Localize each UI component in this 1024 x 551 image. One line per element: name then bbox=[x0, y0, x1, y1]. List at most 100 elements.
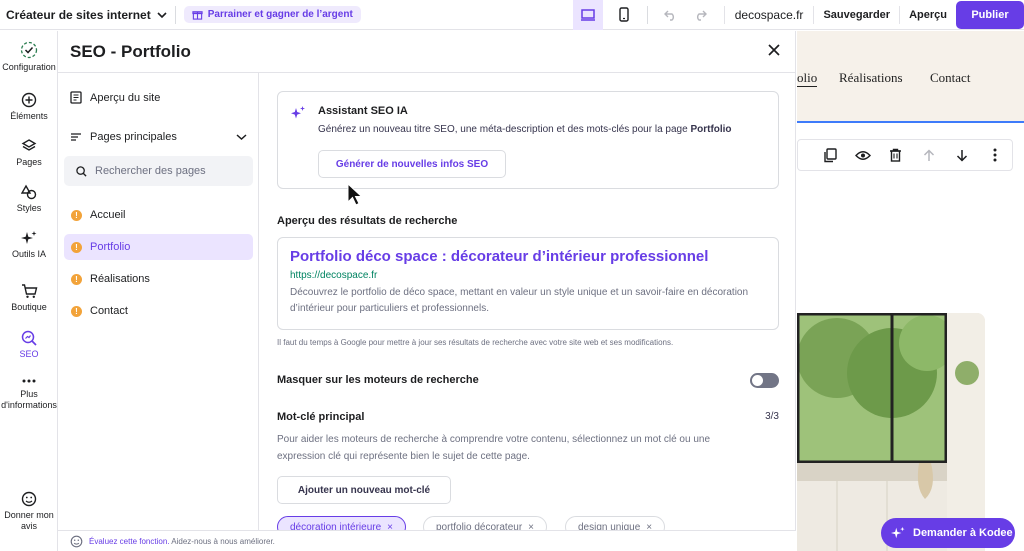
close-icon[interactable] bbox=[767, 43, 781, 57]
rail-styles[interactable]: Styles bbox=[0, 184, 58, 214]
search-icon bbox=[76, 165, 87, 177]
rail-elements[interactable]: Éléments bbox=[0, 92, 58, 122]
gift-icon bbox=[192, 11, 203, 20]
arrow-down-icon bbox=[956, 149, 967, 162]
rail-configuration-label: Configuration bbox=[2, 62, 56, 72]
save-button[interactable]: Sauvegarder bbox=[813, 5, 899, 24]
ai-card-title: Assistant SEO IA bbox=[318, 105, 408, 117]
rail-shop-label: Boutique bbox=[11, 302, 47, 312]
brand-label: Créateur de sites internet bbox=[6, 7, 151, 22]
main-pages-toggle[interactable]: Pages principales bbox=[70, 131, 247, 143]
sparkles-icon bbox=[21, 231, 37, 244]
search-placeholder: Rechercher des pages bbox=[95, 165, 206, 177]
serp-url: https://decospace.fr bbox=[290, 270, 378, 281]
rail-elements-label: Éléments bbox=[10, 111, 48, 121]
toolbar-more[interactable] bbox=[978, 148, 1011, 162]
ai-card-description: Générez un nouveau titre SEO, une méta-d… bbox=[318, 124, 732, 135]
mobile-icon bbox=[619, 7, 629, 22]
rail-more[interactable]: Plus d'informations bbox=[0, 376, 58, 411]
rail-shop[interactable]: Boutique bbox=[0, 283, 58, 313]
top-bar: Créateur de sites internet Parrainer et … bbox=[0, 0, 1024, 30]
referral-button[interactable]: Parrainer et gagner de l’argent bbox=[183, 6, 361, 23]
site-domain[interactable]: decospace.fr bbox=[723, 5, 814, 24]
desktop-icon bbox=[580, 8, 595, 21]
hide-search-toggle[interactable] bbox=[750, 373, 779, 388]
feedback-text: Évaluez cette fonction. Aidez-nous à nou… bbox=[89, 537, 275, 546]
more-vertical-icon bbox=[993, 148, 996, 162]
divider bbox=[174, 5, 176, 24]
desktop-view-button[interactable] bbox=[572, 0, 603, 30]
serp-description: Découvrez le portfolio de déco space, me… bbox=[290, 287, 749, 314]
rail-configuration[interactable]: Configuration bbox=[0, 41, 58, 73]
ai-desc-text: Générez un nouveau titre SEO, une méta-d… bbox=[318, 124, 691, 135]
trash-icon bbox=[890, 148, 901, 162]
undo-icon bbox=[664, 10, 675, 21]
rail-feedback[interactable]: Donner mon avis bbox=[0, 491, 58, 532]
serp-preview-card: Portfolio déco space : décorateur d’inté… bbox=[277, 237, 779, 330]
warning-icon: ! bbox=[71, 273, 82, 285]
toolbar-delete[interactable] bbox=[879, 148, 912, 162]
publish-button[interactable]: Publier bbox=[956, 0, 1024, 29]
pages-navigation: Aperçu du site Pages principales Recherc… bbox=[58, 73, 259, 551]
seo-panel: SEO - Portfolio Aperçu du site Pages pri… bbox=[58, 31, 796, 551]
rail-ai-tools-label: Outils IA bbox=[11, 249, 46, 259]
interior-photo bbox=[797, 313, 985, 551]
undo-button[interactable] bbox=[656, 0, 686, 30]
list-icon bbox=[71, 133, 81, 141]
layers-icon bbox=[21, 139, 37, 151]
mobile-view-button[interactable] bbox=[609, 0, 639, 30]
toolbar-copy[interactable] bbox=[813, 147, 846, 163]
main-keyword-label: Mot-clé principal bbox=[277, 411, 365, 423]
site-overview-label: Aperçu du site bbox=[90, 91, 161, 104]
redo-icon bbox=[697, 10, 708, 21]
page-item-label: Portfolio bbox=[90, 241, 131, 253]
main-pages-label: Pages principales bbox=[90, 131, 177, 143]
divider bbox=[646, 5, 648, 24]
page-item-contact[interactable]: ! Contact bbox=[64, 298, 253, 324]
rail-ai-tools[interactable]: Outils IA bbox=[0, 230, 58, 260]
ai-seo-assistant-card: Assistant SEO IA Générez un nouveau titr… bbox=[277, 91, 779, 189]
page-item-label: Réalisations bbox=[90, 273, 150, 285]
rail-more-label-1: Plus bbox=[20, 389, 38, 399]
site-overview-link[interactable]: Aperçu du site bbox=[70, 91, 160, 104]
page-item-label: Accueil bbox=[90, 209, 126, 221]
rail-more-label-2: d'informations bbox=[1, 400, 57, 410]
seo-settings: Assistant SEO IA Générez un nouveau titr… bbox=[260, 73, 796, 551]
rail-pages[interactable]: Pages bbox=[0, 138, 58, 168]
preview-button[interactable]: Aperçu bbox=[899, 5, 956, 24]
kodee-label: Demander à Kodee bbox=[913, 527, 1013, 539]
rail-feedback-label-1: Donner mon bbox=[4, 510, 54, 520]
warning-icon: ! bbox=[71, 305, 82, 317]
chevron-down-icon bbox=[157, 11, 167, 18]
page-item-realisations[interactable]: ! Réalisations bbox=[64, 266, 253, 292]
toolbar-visibility[interactable] bbox=[846, 150, 879, 161]
cart-icon bbox=[21, 284, 37, 298]
mouse-cursor-icon bbox=[347, 183, 363, 206]
shapes-icon bbox=[21, 184, 37, 200]
rail-styles-label: Styles bbox=[16, 203, 42, 213]
smiley-icon bbox=[70, 535, 83, 547]
redo-button[interactable] bbox=[686, 0, 716, 30]
generate-seo-button[interactable]: Générer de nouvelles infos SEO bbox=[318, 150, 506, 178]
feedback-link[interactable]: Évaluez cette fonction. bbox=[89, 537, 170, 546]
page-search-input[interactable]: Rechercher des pages bbox=[64, 156, 253, 186]
builder-menu[interactable]: Créateur de sites internet bbox=[0, 8, 167, 22]
toolbar-move-down[interactable] bbox=[945, 149, 978, 162]
referral-label: Parrainer et gagner de l’argent bbox=[207, 9, 353, 20]
add-keyword-button[interactable]: Ajouter un nouveau mot-clé bbox=[277, 476, 451, 504]
toolbar-move-up[interactable] bbox=[912, 148, 945, 162]
page-item-accueil[interactable]: ! Accueil bbox=[64, 202, 253, 228]
serp-title: Portfolio déco space : décorateur d’inté… bbox=[290, 248, 709, 265]
left-rail: Configuration Éléments Pages Styles Outi… bbox=[0, 31, 58, 551]
site-nav-contact[interactable]: Contact bbox=[930, 70, 970, 86]
chevron-down-icon bbox=[236, 134, 247, 141]
document-icon bbox=[70, 91, 82, 104]
ask-kodee-button[interactable]: Demander à Kodee bbox=[881, 518, 1015, 548]
rail-seo-label: SEO bbox=[19, 349, 39, 359]
google-update-note: Il faut du temps à Google pour mettre à … bbox=[277, 338, 674, 347]
rail-seo[interactable]: SEO bbox=[0, 330, 58, 360]
site-nav-realisations[interactable]: Réalisations bbox=[839, 70, 903, 86]
site-nav-portfolio[interactable]: olio bbox=[797, 70, 818, 87]
page-item-portfolio[interactable]: ! Portfolio bbox=[64, 234, 253, 260]
feedback-icon bbox=[21, 491, 37, 507]
